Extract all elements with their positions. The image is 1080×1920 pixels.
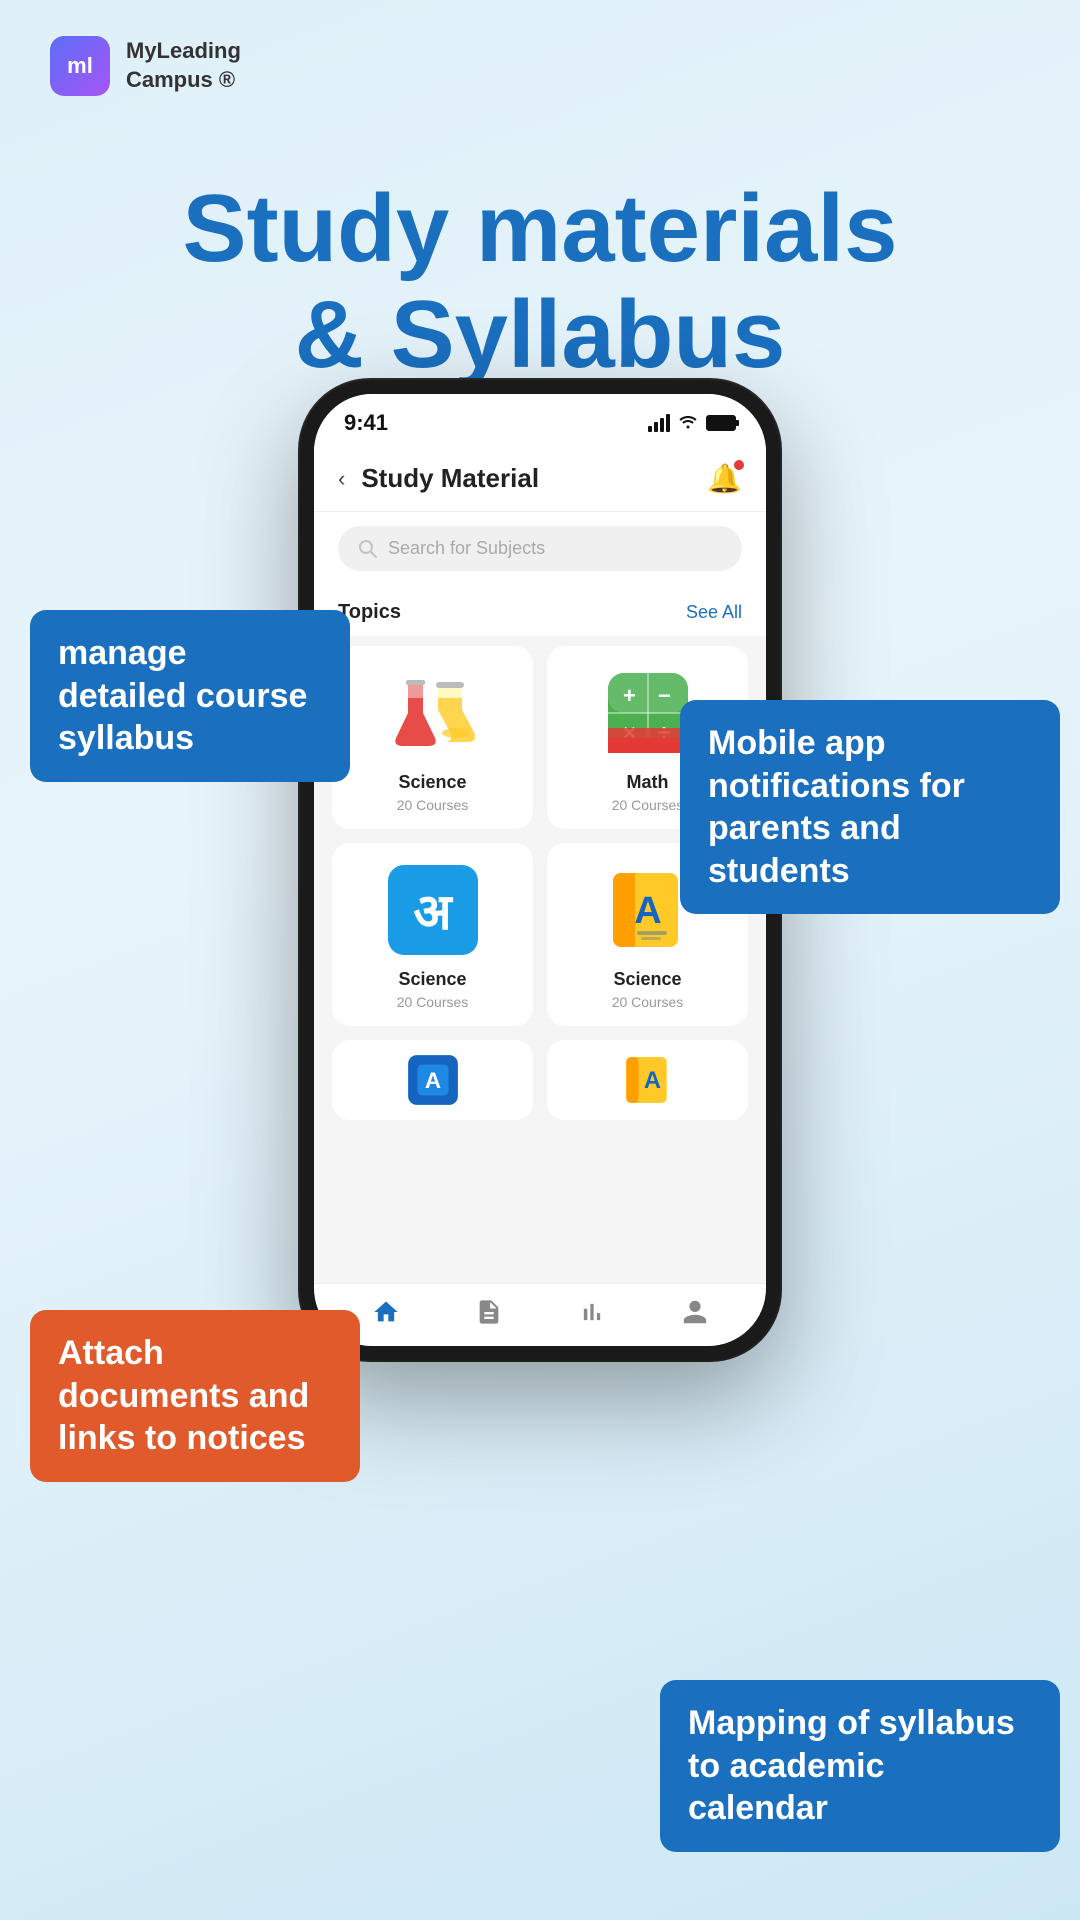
brand-name: MyLeading Campus ® <box>126 37 241 94</box>
svg-text:+: + <box>623 683 636 708</box>
wifi-icon <box>678 413 698 434</box>
subject-name-3: Science <box>398 969 466 990</box>
bottom-nav <box>314 1283 766 1346</box>
svg-text:−: − <box>658 683 671 708</box>
nav-home[interactable] <box>372 1298 400 1326</box>
svg-text:A: A <box>643 1068 660 1094</box>
nav-documents[interactable] <box>475 1298 503 1326</box>
notification-badge <box>732 458 746 472</box>
search-placeholder: Search for Subjects <box>388 538 545 559</box>
tooltip-mapping: Mapping of syllabus to academic calendar <box>660 1680 1060 1852</box>
hindi-icon: अ <box>388 865 478 955</box>
subject-name-4: Science <box>613 969 681 990</box>
nav-stats[interactable] <box>578 1298 606 1326</box>
subject-card-science-1[interactable]: Science 20 Courses <box>332 646 533 829</box>
status-time: 9:41 <box>344 410 388 436</box>
tooltip-manage: manage detailed course syllabus <box>30 610 350 782</box>
subject-card-partial-1[interactable]: A <box>332 1040 533 1120</box>
beaker-icon <box>388 668 478 758</box>
tooltip-attach: Attach documents and links to notices <box>30 1310 360 1482</box>
page-header: ml MyLeading Campus ® <box>0 0 1080 96</box>
hindi-letter-icon: अ <box>388 865 478 955</box>
subject-card-partial-2[interactable]: A <box>547 1040 748 1120</box>
search-icon <box>358 539 378 559</box>
search-input[interactable]: Search for Subjects <box>338 526 742 571</box>
search-section: Search for Subjects <box>314 512 766 585</box>
subject-count-1: 20 Courses <box>397 797 469 813</box>
tooltip-mobile: Mobile app notifications for parents and… <box>680 700 1060 914</box>
app-header: ‹ Study Material 🔔 <box>314 446 766 512</box>
screen-title: Study Material <box>361 463 707 494</box>
subject-name-1: Science <box>398 772 466 793</box>
back-arrow-icon[interactable]: ‹ <box>338 466 345 492</box>
book-icon: A <box>603 865 693 955</box>
subject-count-2: 20 Courses <box>612 797 684 813</box>
subject-count-4: 20 Courses <box>612 994 684 1010</box>
signal-icon <box>648 414 670 432</box>
nav-profile[interactable] <box>681 1298 709 1326</box>
subject-name-2: Math <box>627 772 669 793</box>
svg-text:A: A <box>424 1068 440 1093</box>
hero-title: Study materials & Syllabus <box>60 176 1020 387</box>
battery-icon <box>706 415 736 431</box>
see-all-link[interactable]: See All <box>686 602 742 623</box>
status-icons <box>648 413 736 434</box>
notification-bell[interactable]: 🔔 <box>707 462 742 495</box>
subject-count-3: 20 Courses <box>397 994 469 1010</box>
status-bar: 9:41 <box>314 394 766 446</box>
subject-card-hindi[interactable]: अ Science 20 Courses <box>332 843 533 1026</box>
section-header: Topics See All <box>314 585 766 636</box>
logo-icon: ml <box>50 36 110 96</box>
svg-text:A: A <box>634 890 661 932</box>
math-icon: + − × ÷ <box>603 668 693 758</box>
hero-section: Study materials & Syllabus <box>0 96 1080 387</box>
